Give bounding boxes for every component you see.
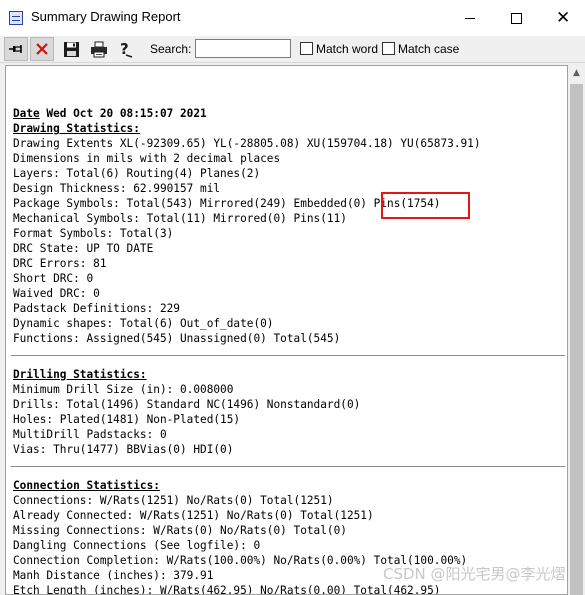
drawing-statistics-line: Short DRC: 0 bbox=[13, 272, 94, 285]
drawing-statistics-line: Design Thickness: 62.990157 mil bbox=[13, 182, 221, 195]
drilling-statistics-line: MultiDrill Padstacks: 0 bbox=[13, 428, 167, 441]
drawing-statistics-line: Waived DRC: 0 bbox=[13, 287, 100, 300]
search-input[interactable] bbox=[195, 39, 291, 58]
report-content: Date Wed Oct 20 08:15:07 2021 Drawing St… bbox=[11, 106, 565, 595]
pins-highlight-box bbox=[381, 192, 470, 219]
window-title: Summary Drawing Report bbox=[31, 9, 181, 24]
match-word-label[interactable]: Match word bbox=[316, 42, 378, 56]
vertical-scrollbar[interactable]: ▲ bbox=[568, 65, 585, 595]
close-report-button[interactable] bbox=[30, 37, 54, 61]
scrollbar-thumb[interactable] bbox=[570, 84, 583, 595]
drawing-statistics-line: Functions: Assigned(545) Unassigned(0) T… bbox=[13, 332, 341, 345]
drilling-statistics-section: Minimum Drill Size (in): 0.008000 Drills:… bbox=[13, 382, 563, 457]
report-window-icon bbox=[9, 11, 23, 25]
close-x-icon bbox=[36, 43, 48, 55]
drawing-statistics-line: Dynamic shapes: Total(6) Out_of_date(0) bbox=[13, 317, 274, 330]
section-divider bbox=[11, 355, 565, 356]
drawing-statistics-line: Format Symbols: Total(3) bbox=[13, 227, 174, 240]
drawing-statistics-heading: Drawing Statistics: bbox=[13, 122, 140, 135]
save-button[interactable] bbox=[59, 37, 83, 61]
connection-statistics-line: Etch Length (inches): W/Rats(462.95) No/… bbox=[13, 584, 441, 595]
save-disk-icon bbox=[63, 41, 79, 57]
connection-statistics-line: Dangling Connections (See logfile): 0 bbox=[13, 539, 261, 552]
match-word-checkbox[interactable] bbox=[300, 42, 313, 55]
match-case-checkbox[interactable] bbox=[382, 42, 395, 55]
minimize-icon bbox=[465, 18, 475, 19]
drawing-statistics-section: Drawing Extents XL(-92309.65) YL(-28805.… bbox=[13, 136, 563, 346]
connection-statistics-line: Connections: W/Rats(1251) No/Rats(0) Tot… bbox=[13, 494, 334, 507]
report-text-area[interactable]: Date Wed Oct 20 08:15:07 2021 Drawing St… bbox=[5, 65, 568, 595]
drawing-statistics-line: Dimensions in mils with 2 decimal places bbox=[13, 152, 281, 165]
drilling-statistics-line: Minimum Drill Size (in): 0.008000 bbox=[13, 383, 234, 396]
connection-statistics-line: Already Connected: W/Rats(1251) No/Rats(… bbox=[13, 509, 374, 522]
summary-report-window: Summary Drawing Report ✕ ? Search: Match… bbox=[0, 0, 585, 595]
minimize-button[interactable] bbox=[447, 0, 493, 36]
section-divider bbox=[11, 466, 565, 467]
pin-button[interactable] bbox=[4, 37, 28, 61]
maximize-button[interactable] bbox=[493, 0, 539, 36]
maximize-icon bbox=[511, 13, 522, 24]
help-question-icon: ? bbox=[120, 40, 133, 58]
report-date-line: Date Wed Oct 20 08:15:07 2021 bbox=[13, 106, 563, 121]
drawing-statistics-line: Package Symbols: Total(543) Mirrored(249… bbox=[13, 197, 441, 210]
help-button[interactable]: ? bbox=[114, 37, 138, 61]
drawing-statistics-line: DRC State: UP TO DATE bbox=[13, 242, 154, 255]
drilling-statistics-line: Holes: Plated(1481) Non-Plated(15) bbox=[13, 413, 241, 426]
drawing-statistics-line: DRC Errors: 81 bbox=[13, 257, 107, 270]
connection-statistics-line: Missing Connections: W/Rats(0) No/Rats(0… bbox=[13, 524, 347, 537]
drilling-statistics-heading: Drilling Statistics: bbox=[13, 368, 147, 381]
close-icon: ✕ bbox=[556, 8, 571, 28]
close-window-button[interactable]: ✕ bbox=[539, 0, 585, 36]
printer-icon bbox=[91, 41, 107, 57]
print-button[interactable] bbox=[87, 37, 111, 61]
toolbar: ? Search: Match word Match case bbox=[0, 36, 585, 63]
pin-icon bbox=[9, 45, 22, 53]
date-value: Wed Oct 20 08:15:07 2021 bbox=[39, 107, 207, 120]
scroll-up-arrow-icon[interactable]: ▲ bbox=[568, 65, 585, 82]
match-case-label[interactable]: Match case bbox=[398, 42, 459, 56]
drawing-statistics-line: Padstack Definitions: 229 bbox=[13, 302, 180, 315]
drilling-statistics-line: Drills: Total(1496) Standard NC(1496) No… bbox=[13, 398, 361, 411]
title-bar[interactable]: Summary Drawing Report ✕ bbox=[0, 0, 585, 36]
date-label: Date bbox=[13, 107, 40, 120]
connection-statistics-heading: Connection Statistics: bbox=[13, 479, 160, 492]
drawing-statistics-line: Mechanical Symbols: Total(11) Mirrored(0… bbox=[13, 212, 347, 225]
drilling-statistics-line: Vias: Thru(1477) BBVias(0) HDI(0) bbox=[13, 443, 234, 456]
drawing-statistics-line: Layers: Total(6) Routing(4) Planes(2) bbox=[13, 167, 261, 180]
watermark: CSDN @阳光宅男@李光熠 bbox=[383, 565, 566, 583]
search-label: Search: bbox=[150, 42, 192, 56]
drawing-statistics-line: Drawing Extents XL(-92309.65) YL(-28805.… bbox=[13, 137, 481, 150]
